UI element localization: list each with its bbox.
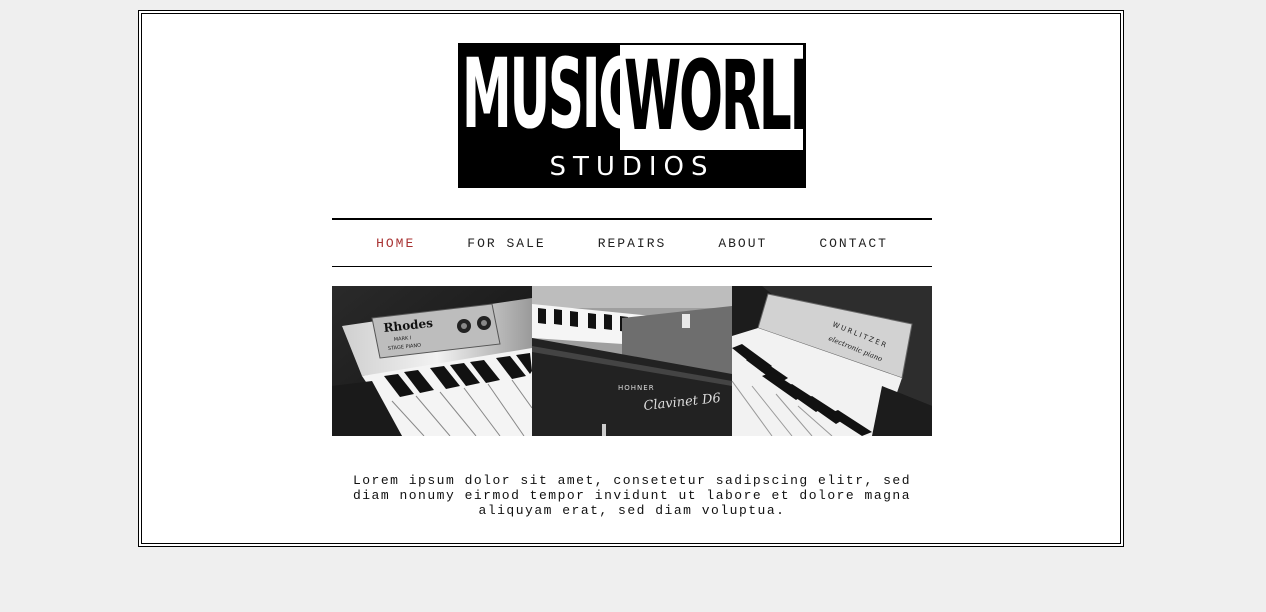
nav-item-repairs[interactable]: REPAIRS <box>598 236 667 251</box>
logo-text-world: WORLD <box>624 43 806 152</box>
page-frame: MUSIC WORLD STUDIOS HOME FOR SALE REPAIR… <box>138 10 1124 547</box>
photo-hohner-clavinet: HOHNER Clavinet D6 <box>532 286 732 436</box>
photo-gallery: Rhodes MARK I STAGE PIANO HOHNER Clavine… <box>332 286 932 436</box>
nav-item-contact[interactable]: CONTACT <box>819 236 888 251</box>
main-nav: HOME FOR SALE REPAIRS ABOUT CONTACT <box>332 218 932 267</box>
photo-wurlitzer-piano: WURLITZER electronic piano <box>732 286 932 436</box>
nav-item-about[interactable]: ABOUT <box>718 236 767 251</box>
logo-world-box: WORLD <box>620 43 806 152</box>
nav-item-for-sale[interactable]: FOR SALE <box>467 236 545 251</box>
intro-text: Lorem ipsum dolor sit amet, consetetur s… <box>352 473 912 518</box>
logo-text-music: MUSIC <box>462 43 635 150</box>
logo-text-studios: STUDIOS <box>549 152 715 182</box>
nav-item-home[interactable]: HOME <box>376 236 415 251</box>
clavinet-brand-text: HOHNER <box>618 384 655 392</box>
photo-rhodes-piano: Rhodes MARK I STAGE PIANO <box>332 286 532 436</box>
site-logo[interactable]: MUSIC WORLD STUDIOS <box>458 43 806 188</box>
